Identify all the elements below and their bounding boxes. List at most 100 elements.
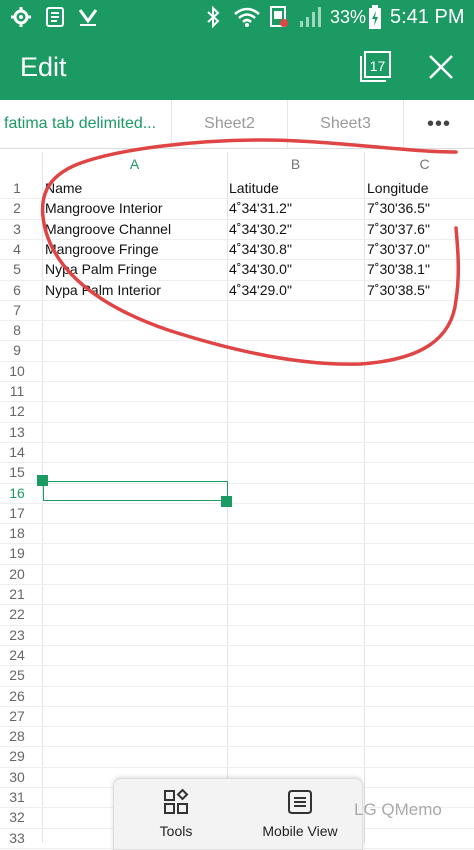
row-number[interactable]: 7 — [0, 300, 34, 320]
row-number[interactable]: 8 — [0, 320, 34, 340]
sheet-tab-bar: fatima tab delimited... Sheet2 Sheet3 ••… — [0, 100, 474, 149]
row-number[interactable]: 30 — [0, 767, 34, 787]
column-header-c[interactable]: C — [364, 152, 474, 176]
notes-icon — [44, 6, 66, 28]
tab-sheet2[interactable]: Sheet2 — [172, 100, 288, 148]
bluetooth-icon — [202, 6, 224, 28]
table-cell[interactable]: Mangroove Interior — [45, 198, 163, 218]
table-cell[interactable]: Latitude — [229, 178, 279, 198]
row-number[interactable]: 18 — [0, 523, 34, 543]
row-divider — [0, 604, 474, 606]
table-cell[interactable]: 4˚34'31.2" — [229, 198, 292, 218]
row-number[interactable]: 23 — [0, 625, 34, 645]
table-cell[interactable]: Name — [45, 178, 82, 198]
row-number[interactable]: 26 — [0, 686, 34, 706]
column-header-b[interactable]: B — [227, 152, 364, 176]
row-divider — [0, 624, 474, 626]
wifi-icon — [232, 6, 262, 28]
row-number[interactable]: 17 — [0, 503, 34, 523]
row-number[interactable]: 14 — [0, 442, 34, 462]
row-divider — [0, 523, 474, 525]
row-number[interactable]: 11 — [0, 381, 34, 401]
table-cell[interactable]: 7˚30'38.5" — [367, 280, 430, 300]
row-divider — [0, 543, 474, 545]
row-number[interactable]: 24 — [0, 645, 34, 665]
grid-divider — [364, 152, 365, 843]
row-number[interactable]: 20 — [0, 564, 34, 584]
row-number[interactable]: 29 — [0, 746, 34, 766]
row-divider — [0, 462, 474, 464]
row-number[interactable]: 25 — [0, 665, 34, 685]
tab-sheet1[interactable]: fatima tab delimited... — [0, 100, 172, 148]
table-cell[interactable]: 4˚34'29.0" — [229, 280, 292, 300]
row-number[interactable]: 6 — [0, 280, 34, 300]
row-number[interactable]: 27 — [0, 706, 34, 726]
tools-label: Tools — [159, 823, 193, 839]
row-divider — [0, 320, 474, 322]
row-number[interactable]: 33 — [0, 828, 34, 848]
page-title: Edit — [20, 52, 67, 82]
table-cell[interactable]: Nypa Palm Interior — [45, 280, 161, 300]
table-cell[interactable]: 7˚30'36.5" — [367, 198, 430, 218]
battery-charging-icon — [364, 5, 386, 29]
table-cell[interactable]: 4˚34'30.0" — [229, 259, 292, 279]
row-number[interactable]: 19 — [0, 543, 34, 563]
row-number[interactable]: 21 — [0, 584, 34, 604]
app-bar: Edit 17 — [0, 34, 474, 100]
row-number[interactable]: 13 — [0, 422, 34, 442]
row-divider — [0, 563, 474, 565]
calendar-day: 17 — [370, 58, 386, 74]
row-divider — [0, 644, 474, 646]
download-check-icon — [77, 6, 99, 28]
row-number[interactable]: 16 — [0, 483, 34, 503]
row-number[interactable]: 5 — [0, 259, 34, 279]
table-cell[interactable]: 4˚34'30.2" — [229, 219, 292, 239]
row-number[interactable]: 12 — [0, 401, 34, 421]
row-number[interactable]: 2 — [0, 198, 34, 218]
table-cell[interactable]: 7˚30'37.0" — [367, 239, 430, 259]
selection-handle-end[interactable] — [221, 496, 232, 507]
row-divider — [0, 584, 474, 585]
column-header-a[interactable]: A — [42, 152, 227, 176]
sim-icon — [268, 6, 290, 28]
row-divider — [0, 726, 474, 728]
mobile-view-button[interactable]: Mobile View — [238, 779, 362, 849]
table-cell[interactable]: Nypa Palm Fringe — [45, 259, 157, 279]
tab-sheet3[interactable]: Sheet3 — [288, 100, 404, 148]
row-divider — [0, 502, 474, 504]
row-number[interactable]: 22 — [0, 604, 34, 624]
row-divider — [0, 340, 474, 342]
row-number[interactable]: 15 — [0, 462, 34, 482]
row-number[interactable]: 10 — [0, 361, 34, 381]
selection-handle-start[interactable] — [37, 475, 48, 486]
row-number[interactable]: 9 — [0, 340, 34, 360]
gear-icon — [10, 6, 32, 28]
row-number[interactable]: 3 — [0, 219, 34, 239]
more-options-icon[interactable]: ••• — [404, 100, 474, 148]
mobile-view-label: Mobile View — [262, 823, 338, 839]
row-divider — [0, 665, 474, 667]
row-divider — [0, 381, 474, 382]
row-divider — [0, 360, 474, 362]
table-cell[interactable]: Mangroove Fringe — [45, 239, 159, 259]
table-cell[interactable]: Mangroove Channel — [45, 219, 171, 239]
spreadsheet-grid[interactable]: A B C 1 Name Latitude Longitude 2 Mangroove I… — [0, 148, 474, 849]
row-number[interactable]: 32 — [0, 807, 34, 827]
row-divider — [0, 421, 474, 423]
row-divider — [0, 441, 474, 443]
mobile-view-icon — [288, 790, 312, 814]
table-cell[interactable]: Longitude — [367, 178, 429, 198]
row-number[interactable]: 1 — [0, 178, 34, 198]
tools-icon — [164, 789, 189, 814]
table-cell[interactable]: 7˚30'37.6" — [367, 219, 430, 239]
table-cell[interactable]: 7˚30'38.1" — [367, 259, 430, 279]
selected-cell[interactable] — [43, 481, 228, 501]
tools-button[interactable]: Tools — [114, 779, 238, 849]
calendar-icon[interactable]: 17 — [358, 50, 392, 84]
row-number[interactable]: 31 — [0, 787, 34, 807]
close-icon[interactable] — [425, 51, 457, 83]
row-number[interactable]: 4 — [0, 239, 34, 259]
row-number[interactable]: 28 — [0, 726, 34, 746]
row-divider — [0, 705, 474, 707]
table-cell[interactable]: 4˚34'30.8" — [229, 239, 292, 259]
